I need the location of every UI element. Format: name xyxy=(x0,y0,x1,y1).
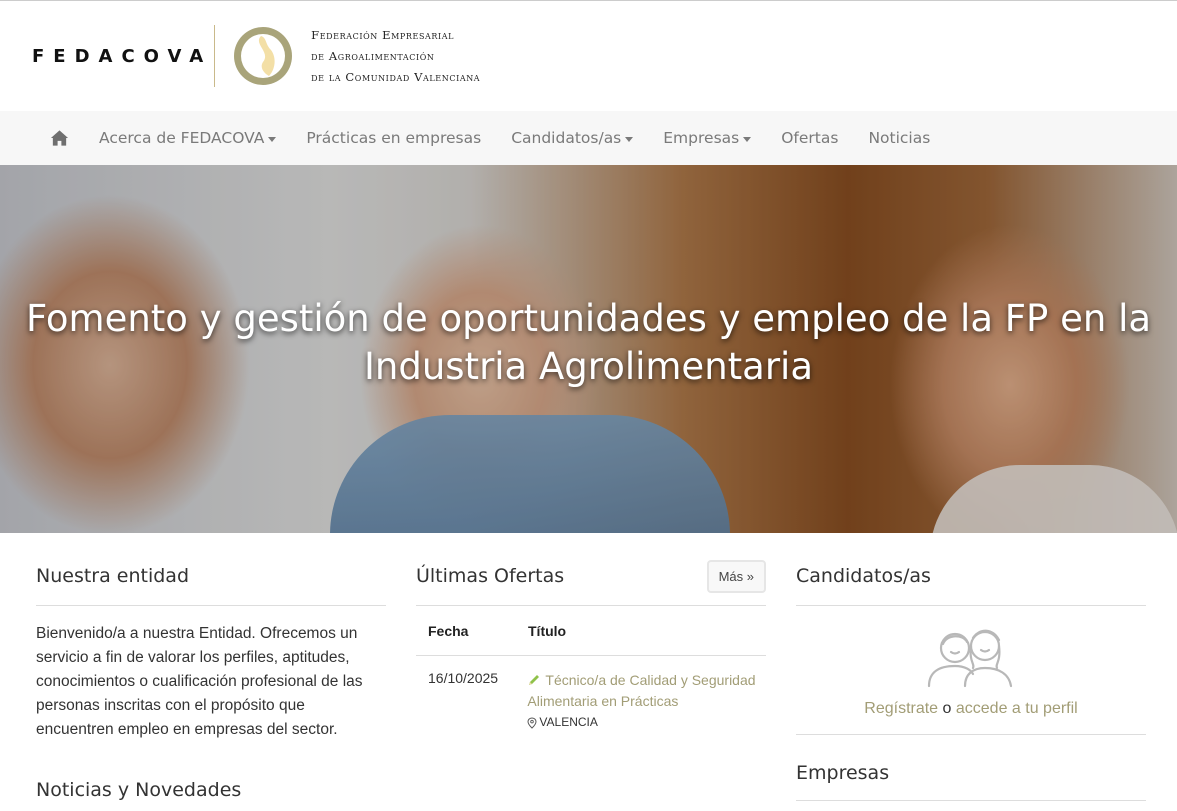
offers-title: Últimas Ofertas xyxy=(416,565,565,587)
logo-divider xyxy=(214,25,216,87)
logo-emblem-icon[interactable] xyxy=(231,24,295,88)
offer-location: VALENCIA xyxy=(527,712,766,733)
map-pin-icon xyxy=(527,716,537,729)
column-header-title: Título xyxy=(528,622,567,639)
companies-title: Empresas xyxy=(796,762,1146,801)
logo-line-1: Federación Empresarial xyxy=(311,27,455,42)
hero-banner: Fomento y gestión de oportunidades y emp… xyxy=(0,165,1177,533)
people-icon xyxy=(927,629,1013,688)
logo-wordmark[interactable]: FEDACOVA xyxy=(32,46,212,67)
table-row: 16/10/2025 Técnico/a de Calidad y Seguri… xyxy=(416,656,766,733)
caret-down-icon xyxy=(625,136,634,142)
entity-text: Bienvenido/a a nuestra Entidad. Ofrecemo… xyxy=(36,625,363,738)
entity-column: Nuestra entidad Bienvenido/a a nuestra E… xyxy=(36,533,386,811)
links-connector: o xyxy=(938,700,956,717)
nav-item-label: Acerca de FEDACOVA xyxy=(99,129,265,147)
entity-header: Nuestra entidad xyxy=(36,533,386,606)
entity-title: Nuestra entidad xyxy=(36,565,190,587)
offer-location-label: VALENCIA xyxy=(539,715,598,729)
pencil-icon xyxy=(529,675,540,685)
offers-table-header: Fecha Título xyxy=(416,606,766,656)
caret-down-icon xyxy=(743,136,752,142)
nav-item-acerca[interactable]: Acerca de FEDACOVA xyxy=(99,129,277,147)
nav-item-label: Prácticas en empresas xyxy=(306,129,482,147)
logo-line-3: de la Comunidad Valenciana xyxy=(311,69,481,84)
register-link[interactable]: Regístrate xyxy=(864,700,938,717)
nav-item-ofertas[interactable]: Ofertas xyxy=(781,129,838,147)
offers-column: Últimas Ofertas Más » Fecha Título 16/10… xyxy=(416,533,766,811)
offer-date: 16/10/2025 xyxy=(428,670,499,686)
offer-title: Técnico/a de Calidad y Seguridad Aliment… xyxy=(527,672,756,709)
hero-title: Fomento y gestión de oportunidades y emp… xyxy=(25,297,1152,388)
offer-link[interactable]: Técnico/a de Calidad y Seguridad Aliment… xyxy=(527,670,766,712)
logo-line-2: de Agroalimentación xyxy=(311,48,435,63)
nav-item-label: Ofertas xyxy=(781,129,839,147)
nav-item-label: Empresas xyxy=(663,129,740,147)
nav-item-label: Candidatos/as xyxy=(511,129,622,147)
site-header: FEDACOVA Federación Empresarial de Agroa… xyxy=(0,0,1177,111)
column-header-date: Fecha xyxy=(428,622,469,639)
nav-item-candidatos[interactable]: Candidatos/as xyxy=(511,129,634,147)
candidates-box: Regístrate o accede a tu perfil xyxy=(796,606,1146,735)
nav-item-label: Noticias xyxy=(868,129,931,147)
candidates-header: Candidatos/as xyxy=(796,533,1146,606)
offers-header: Últimas Ofertas Más » xyxy=(416,533,766,606)
caret-down-icon xyxy=(268,136,277,142)
nav-item-noticias[interactable]: Noticias xyxy=(868,129,930,147)
candidates-title: Candidatos/as xyxy=(796,565,931,587)
logo-text: Federación Empresarial de Agroalimentaci… xyxy=(311,25,480,88)
main-content: Nuestra entidad Bienvenido/a a nuestra E… xyxy=(0,533,1177,811)
candidates-links: Regístrate o accede a tu perfil xyxy=(864,700,1077,718)
more-offers-button[interactable]: Más » xyxy=(706,559,766,593)
candidates-column: Candidatos/as Regístrate o accede a tu p… xyxy=(796,533,1146,811)
home-icon[interactable] xyxy=(50,129,69,147)
nav-item-empresas[interactable]: Empresas xyxy=(663,129,752,147)
main-nav: Acerca de FEDACOVA Prácticas en empresas… xyxy=(0,111,1177,165)
profile-link[interactable]: accede a tu perfil xyxy=(956,700,1078,717)
news-title: Noticias y Novedades xyxy=(36,779,386,811)
offer-cell: Técnico/a de Calidad y Seguridad Aliment… xyxy=(527,670,766,733)
nav-item-practicas[interactable]: Prácticas en empresas xyxy=(306,129,481,147)
